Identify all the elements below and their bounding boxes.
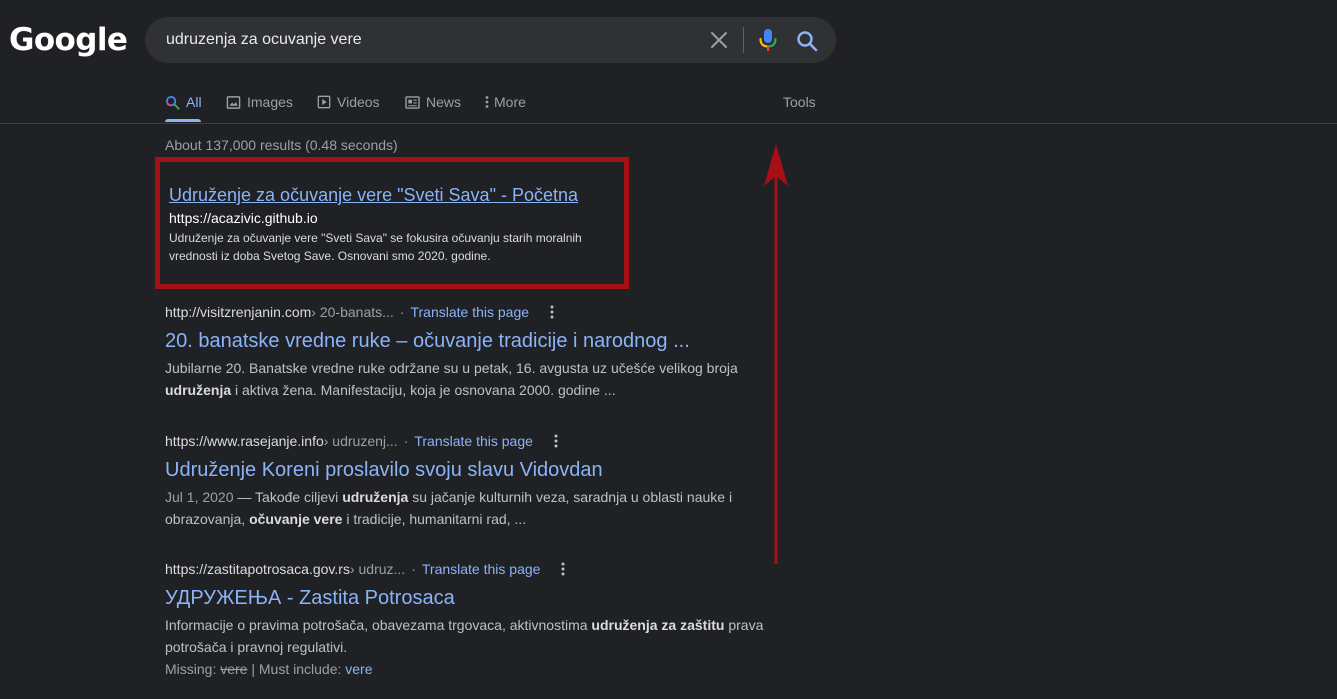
google-logo[interactable]: Google [9, 22, 128, 58]
snippet-text: i aktiva žena. Manifestaciju, koja je os… [231, 382, 616, 398]
separator-dot: · [403, 433, 409, 449]
snippet-bold: udruženja za zaštitu [591, 617, 725, 633]
result-url-1[interactable]: https://acazivic.github.io [169, 209, 318, 227]
result-site[interactable]: https://zastitapotrosaca.gov.rs [165, 559, 350, 579]
image-icon [226, 95, 241, 109]
active-tab-indicator [165, 119, 201, 122]
tab-images[interactable]: Images [226, 92, 293, 112]
must-include-label: | Must include: [247, 661, 346, 677]
search-icon [165, 95, 180, 110]
result-stats: About 137,000 results (0.48 seconds) [165, 137, 398, 153]
translate-link[interactable]: Translate this page [410, 302, 529, 322]
tab-videos[interactable]: Videos [317, 92, 380, 112]
clear-icon[interactable] [708, 29, 730, 51]
separator-dot: · [399, 304, 405, 320]
snippet-text: su jačanje kulturnih veza, saradnja u ob… [408, 489, 733, 505]
result-title-4[interactable]: УДРУЖЕЊА - Zastita Potrosaca [165, 585, 455, 611]
result-title-3[interactable]: Udruženje Koreni proslavilo svoju slavu … [165, 457, 603, 483]
snippet-text: Informacije o pravima potrošača, obaveza… [165, 617, 592, 633]
must-include-link[interactable]: vere [345, 661, 372, 677]
snippet-line: obrazovanja, očuvanje vere i tradicije, … [165, 508, 765, 530]
result-path: › udruz... [349, 561, 406, 577]
more-options-icon[interactable] [549, 432, 563, 450]
result-site[interactable]: https://www.rasejanje.info [165, 431, 324, 451]
search-box[interactable]: udruzenja za ocuvanje vere [145, 17, 836, 63]
tab-more-label: More [494, 94, 526, 110]
result-snippet-3: Jul 1, 2020 — Takođe ciljevi udruženja s… [165, 486, 765, 530]
snippet-line: Udruženje za očuvanje vere "Sveti Sava" … [169, 231, 582, 245]
video-icon [317, 95, 331, 109]
snippet-line: Jubilarne 20. Banatske vredne ruke održa… [165, 360, 738, 376]
separator-dot: · [411, 561, 416, 577]
result-cite-2[interactable]: http://visitzrenjanin.com › 20-banats...… [165, 302, 559, 322]
result-site[interactable]: http://visitzrenjanin.com [165, 302, 311, 322]
snippet-text: — Takođe ciljevi [233, 489, 343, 505]
result-snippet-1: Udruženje za očuvanje vere "Sveti Sava" … [169, 229, 629, 265]
snippet-text: i tradicije, humanitarni rad, ... [342, 511, 527, 527]
missing-terms: Missing: vere | Must include: vere [165, 659, 373, 679]
news-icon [405, 95, 420, 109]
more-vert-icon [485, 96, 489, 108]
translate-link[interactable]: Translate this page [414, 431, 533, 451]
tools-button[interactable]: Tools [783, 92, 816, 112]
snippet-date: Jul 1, 2020 [165, 489, 234, 505]
snippet-bold: udruženja [165, 382, 232, 398]
result-cite-3[interactable]: https://www.rasejanje.info › udruzenj...… [165, 431, 563, 451]
result-path: › udruzenj... [323, 433, 398, 449]
missing-label: Missing: [165, 661, 221, 677]
annotation-arrow [764, 144, 788, 564]
search-input[interactable]: udruzenja za ocuvanje vere [166, 17, 362, 63]
microphone-icon[interactable] [757, 28, 779, 52]
tab-images-label: Images [247, 94, 293, 110]
result-title-2[interactable]: 20. banatske vredne ruke – očuvanje trad… [165, 328, 690, 354]
more-options-icon[interactable] [556, 560, 570, 578]
snippet-line: Jul 1, 2020 — Takođe ciljevi udruženja s… [165, 486, 765, 508]
result-snippet-4: Informacije o pravima potrošača, obaveza… [165, 614, 765, 658]
tab-all[interactable]: All [165, 92, 202, 112]
result-path: › 20-banats... [311, 304, 394, 320]
translate-link[interactable]: Translate this page [422, 559, 541, 579]
header-divider [0, 123, 1337, 124]
snippet-bold: udruženja [342, 489, 409, 505]
tab-all-label: All [186, 94, 202, 110]
snippet-line: potrošača i pravnoj regulativi. [165, 639, 348, 655]
snippet-line: Informacije o pravima potrošača, obaveza… [165, 614, 765, 636]
snippet-line: udruženja i aktiva žena. Manifestaciju, … [165, 379, 765, 401]
result-snippet-2: Jubilarne 20. Banatske vredne ruke održa… [165, 357, 765, 401]
search-icon[interactable] [795, 29, 819, 53]
snippet-bold: očuvanje vere [249, 511, 343, 527]
more-options-icon[interactable] [545, 303, 559, 321]
tab-news[interactable]: News [405, 92, 461, 112]
search-divider [743, 27, 744, 53]
tab-news-label: News [426, 94, 462, 110]
result-title-1[interactable]: Udruženje za očuvanje vere "Sveti Sava" … [169, 184, 578, 206]
result-cite-4[interactable]: https://zastitapotrosaca.gov.rs › udruz.… [165, 559, 570, 579]
missing-word: vere [220, 661, 248, 677]
tab-videos-label: Videos [337, 94, 380, 110]
snippet-line: vrednosti iz doba Svetog Save. Osnovani … [169, 249, 491, 263]
tab-more[interactable]: More [484, 92, 526, 112]
snippet-text: prava [724, 617, 764, 633]
snippet-text: obrazovanja, [165, 511, 250, 527]
